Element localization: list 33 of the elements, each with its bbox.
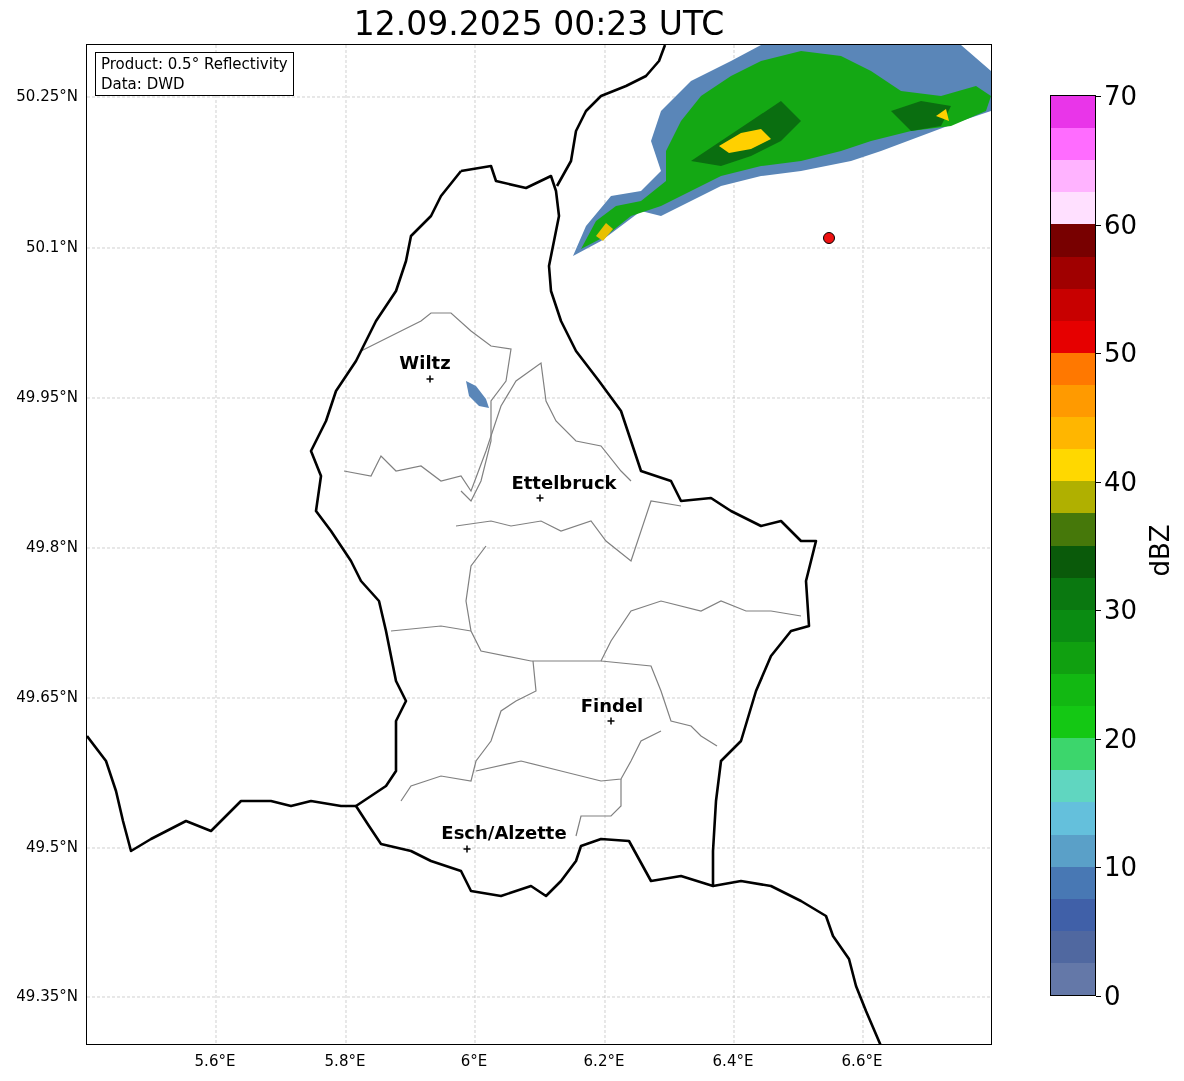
- axis-tick-label: 6.6°E: [841, 1052, 883, 1070]
- axis-tick-label: 6.4°E: [712, 1052, 754, 1070]
- colorbar-tick-label: 0: [1104, 981, 1121, 1011]
- city-label: Ettelbruck: [511, 473, 617, 493]
- axis-tick-label: 49.65°N: [16, 688, 78, 706]
- city-label: Findel: [580, 696, 644, 716]
- axis-tick-label: 6°E: [460, 1052, 488, 1070]
- info-box: Product: 0.5° Reflectivity Data: DWD: [95, 52, 294, 96]
- city-marker-icon: [606, 716, 616, 726]
- colorbar-tick-label: 10: [1104, 852, 1138, 883]
- city-label: Wiltz: [399, 353, 451, 373]
- colorbar-label: dBZ: [1143, 523, 1176, 577]
- colorbar-tick-label: 30: [1104, 595, 1138, 626]
- axis-tick-label: 5.6°E: [194, 1052, 236, 1070]
- axis-tick-label: 6.2°E: [583, 1052, 625, 1070]
- axis-tick-label: 49.8°N: [25, 538, 78, 556]
- city-marker-icon: [425, 374, 435, 384]
- city-marker-icon: [535, 493, 545, 503]
- radar-site-marker: [823, 232, 835, 244]
- colorbar-tick-label: 60: [1104, 209, 1138, 240]
- colorbar-tick-label: 50: [1104, 338, 1138, 369]
- axis-tick-label: 50.25°N: [16, 87, 78, 105]
- colorbar-tick-label: 70: [1104, 81, 1138, 111]
- axis-tick-label: 50.1°N: [25, 238, 78, 256]
- axis-tick-label: 49.35°N: [16, 987, 78, 1005]
- colorbar-tick-label: 20: [1104, 723, 1138, 754]
- axis-tick-label: 49.95°N: [16, 388, 78, 406]
- city-marker-icon: [462, 844, 472, 854]
- chart-title: 12.09.2025 00:23 UTC: [353, 4, 725, 44]
- city-label: Esch/Alzette: [441, 823, 567, 843]
- axis-tick-label: 5.8°E: [324, 1052, 366, 1070]
- colorbar-tick-label: 40: [1104, 466, 1138, 497]
- axis-tick-label: 49.5°N: [25, 838, 78, 856]
